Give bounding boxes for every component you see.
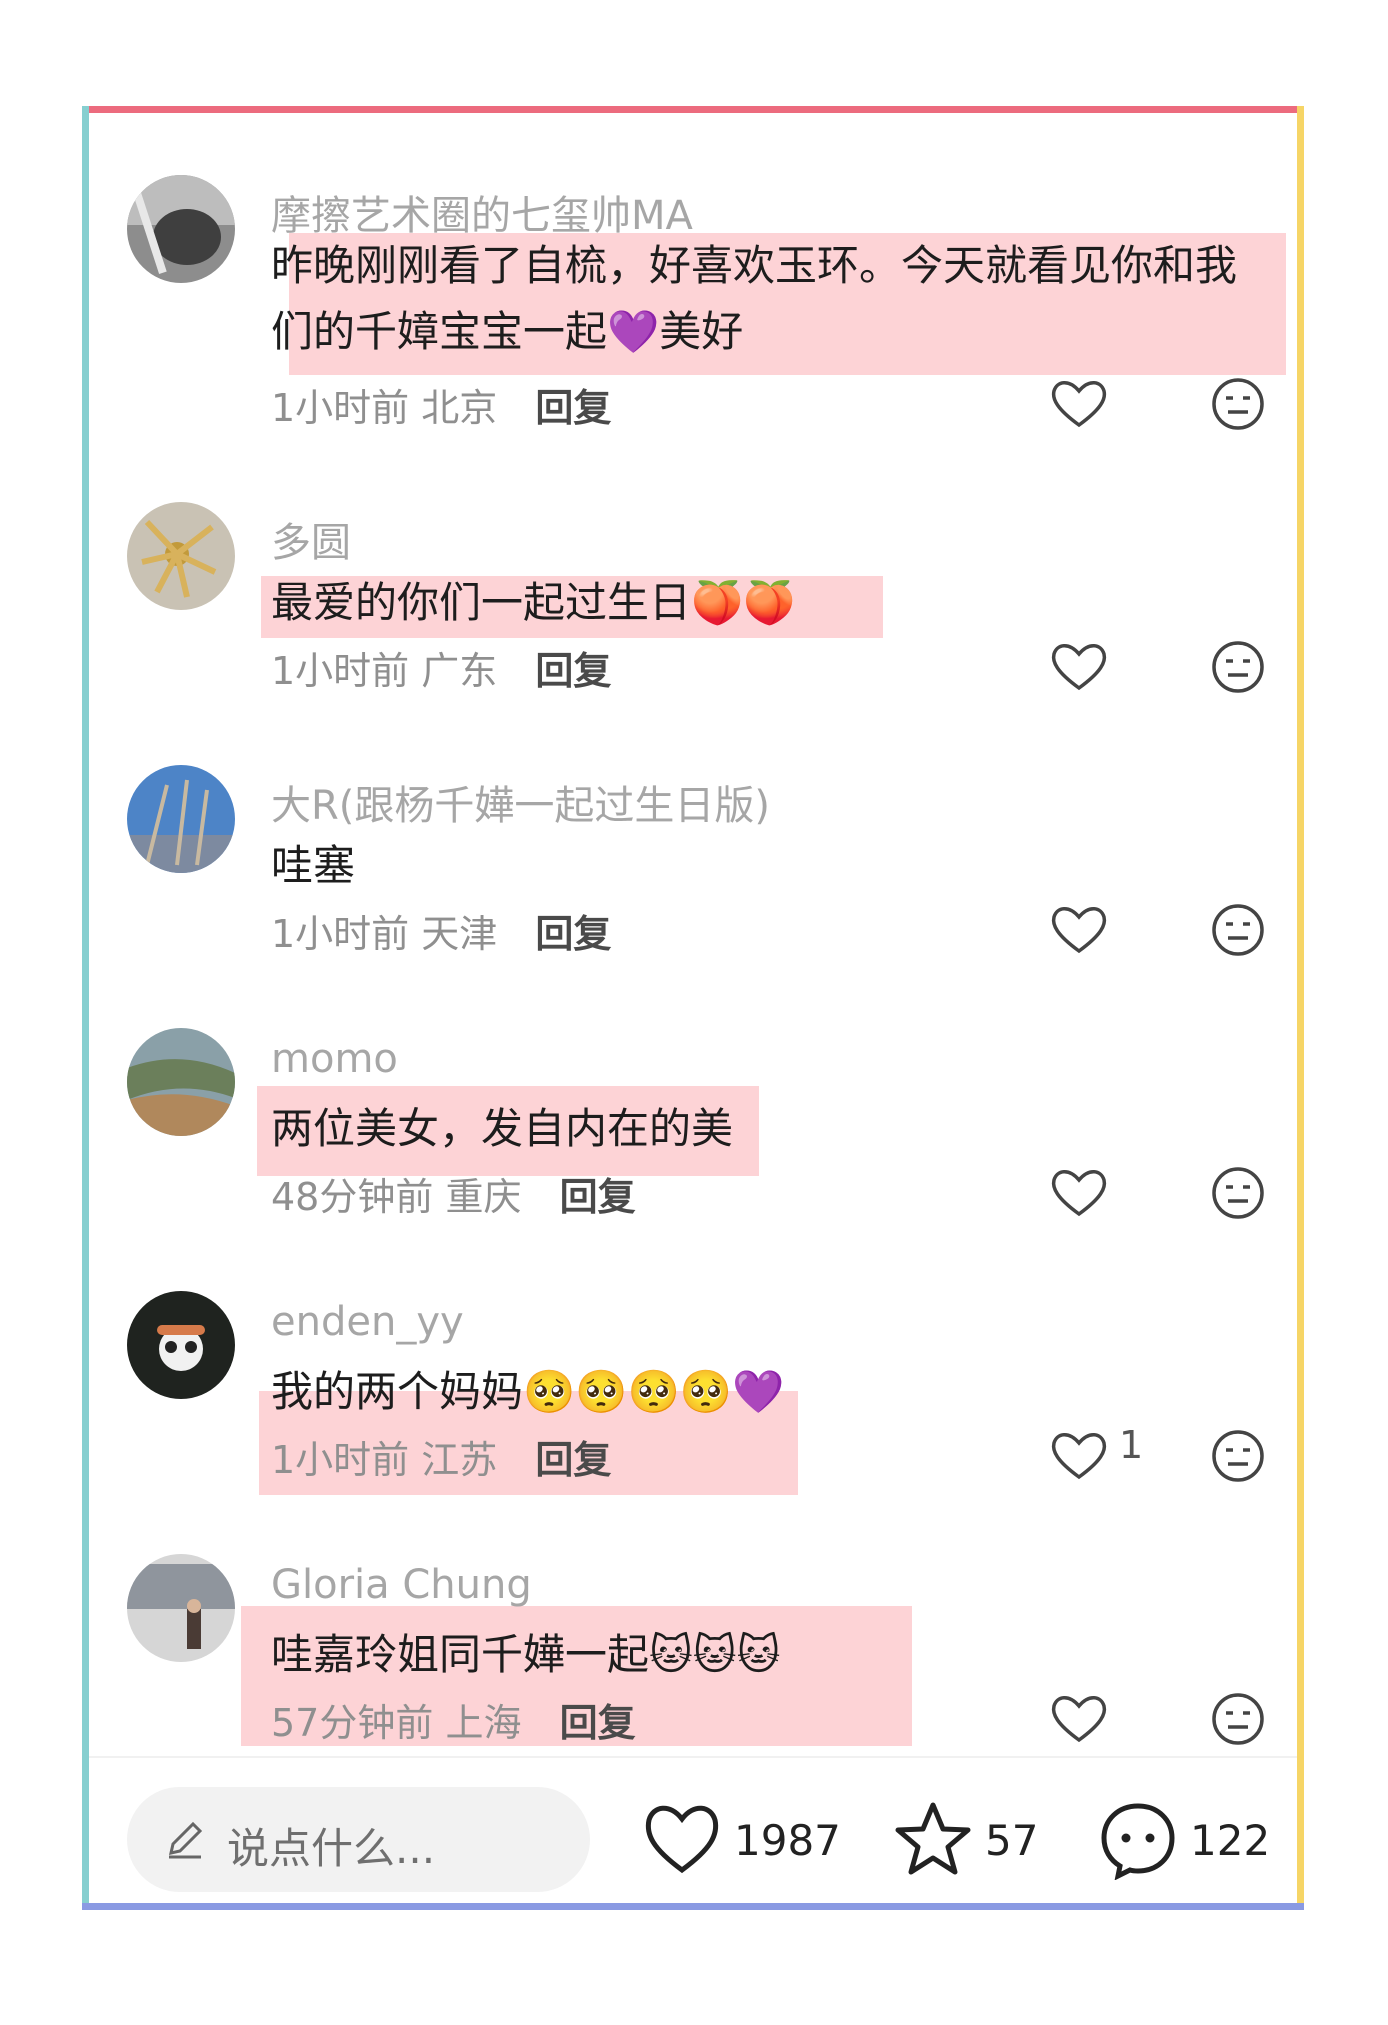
comment-text-line: 们的千嫜宝宝一起💜美好 — [271, 307, 744, 356]
avatar[interactable] — [127, 1028, 235, 1136]
reply-button[interactable]: 回复 — [560, 1701, 636, 1745]
heart-icon[interactable] — [1049, 640, 1109, 692]
comment-item: momo 两位美女，发自内在的美 48分钟前 重庆 回复 — [89, 1028, 1297, 1290]
comment-item: enden_yy 我的两个妈妈🥺🥺🥺🥺💜 1小时前 江苏 回复 1 — [89, 1291, 1297, 1553]
heart-icon[interactable] — [1049, 1692, 1109, 1744]
divider — [89, 1756, 1297, 1758]
comment-text: 哇塞 — [271, 841, 356, 890]
reply-button[interactable]: 回复 — [535, 912, 611, 956]
reply-button[interactable]: 回复 — [535, 1438, 611, 1482]
comment-text: 最爱的你们一起过生日🍑🍑 — [271, 578, 796, 627]
comment-text-line: 昨晚刚刚看了自梳，好喜欢玉环。今天就看见你和我 — [271, 241, 1238, 290]
dislike-face-icon[interactable] — [1211, 377, 1265, 431]
comment-location: 上海 — [445, 1701, 522, 1745]
frame-left-border — [82, 106, 89, 1910]
comment-time: 48分钟前 — [271, 1175, 434, 1219]
comment-item: 多圆 最爱的你们一起过生日🍑🍑 1小时前 广东 回复 — [89, 502, 1297, 764]
comment-meta: 1小时前 广东 回复 — [271, 640, 611, 695]
heart-icon[interactable] — [1049, 903, 1109, 955]
dislike-face-icon[interactable] — [1211, 1692, 1265, 1746]
frame-top-border — [82, 106, 1304, 113]
heart-icon[interactable] — [1049, 1429, 1109, 1481]
comment-meta: 1小时前 天津 回复 — [271, 903, 611, 958]
comment-time: 1小时前 — [271, 386, 410, 430]
comment-meta: 1小时前 江苏 回复 — [271, 1429, 611, 1484]
reply-button[interactable]: 回复 — [535, 386, 611, 430]
comment-meta: 1小时前 北京 回复 — [271, 377, 611, 432]
avatar[interactable] — [127, 1291, 235, 1399]
heart-icon — [645, 1805, 719, 1874]
comment-time: 1小时前 — [271, 912, 410, 956]
star-icon — [895, 1802, 971, 1875]
heart-icon[interactable] — [1049, 1166, 1109, 1218]
favorite-button[interactable]: 57 — [893, 1800, 1043, 1880]
comment-time: 57分钟前 — [271, 1701, 434, 1745]
like-button[interactable]: 1987 — [642, 1800, 842, 1880]
dislike-face-icon[interactable] — [1211, 640, 1265, 694]
comment-location: 天津 — [421, 912, 498, 956]
reply-button[interactable]: 回复 — [560, 1175, 636, 1219]
comment-item: Gloria Chung 哇嘉玲姐同千嬅一起🐱🐱🐱 57分钟前 上海 回复 — [89, 1554, 1297, 1816]
comment-time: 1小时前 — [271, 1438, 410, 1482]
frame-bottom-border — [82, 1903, 1304, 1910]
comment-location: 北京 — [421, 386, 498, 430]
comment-input-placeholder: 说点什么... — [227, 1824, 436, 1873]
comment-text: 两位美女，发自内在的美 — [271, 1104, 734, 1153]
comment-item: 大R(跟杨千嬅一起过生日版) 哇塞 1小时前 天津 回复 — [89, 765, 1297, 1027]
reply-button[interactable]: 回复 — [535, 649, 611, 693]
comment-username[interactable]: momo — [271, 1036, 398, 1082]
comment-time: 1小时前 — [271, 649, 410, 693]
comment-meta: 48分钟前 重庆 回复 — [271, 1166, 636, 1221]
comment-location: 江苏 — [421, 1438, 498, 1482]
pen-icon — [169, 1821, 203, 1859]
comment-bubble-icon — [1101, 1803, 1175, 1880]
dislike-face-icon[interactable] — [1211, 903, 1265, 957]
comment-username[interactable]: 多圆 — [271, 510, 351, 568]
comment-text: 昨晚刚刚看了自梳，好喜欢玉环。今天就看见你和我 们的千嫜宝宝一起💜美好 — [271, 233, 1281, 365]
avatar[interactable] — [127, 502, 235, 610]
comment-username[interactable]: Gloria Chung — [271, 1562, 532, 1608]
comment-text: 我的两个妈妈🥺🥺🥺🥺💜 — [271, 1367, 785, 1416]
avatar[interactable] — [127, 765, 235, 873]
avatar[interactable] — [127, 1554, 235, 1662]
comment-item: 摩擦艺术圈的七玺帅MA 昨晚刚刚看了自梳，好喜欢玉环。今天就看见你和我 们的千嫜… — [89, 175, 1297, 437]
avatar[interactable] — [127, 175, 235, 283]
like-count: 1987 — [734, 1816, 841, 1865]
comment-text: 哇嘉玲姐同千嬅一起🐱🐱🐱 — [271, 1630, 781, 1679]
comment-username[interactable]: enden_yy — [271, 1299, 464, 1345]
comment-location: 重庆 — [445, 1175, 522, 1219]
comment-location: 广东 — [421, 649, 498, 693]
comment-meta: 57分钟前 上海 回复 — [271, 1692, 636, 1747]
dislike-face-icon[interactable] — [1211, 1166, 1265, 1220]
like-count: 1 — [1119, 1423, 1144, 1467]
comments-button[interactable]: 122 — [1098, 1800, 1278, 1880]
star-count: 57 — [985, 1816, 1039, 1865]
heart-icon[interactable] — [1049, 377, 1109, 429]
comment-count: 122 — [1190, 1816, 1271, 1865]
comment-username[interactable]: 大R(跟杨千嬅一起过生日版) — [271, 773, 770, 831]
frame-right-border — [1297, 106, 1304, 1910]
comment-input[interactable]: 说点什么... — [127, 1787, 590, 1892]
dislike-face-icon[interactable] — [1211, 1429, 1265, 1483]
